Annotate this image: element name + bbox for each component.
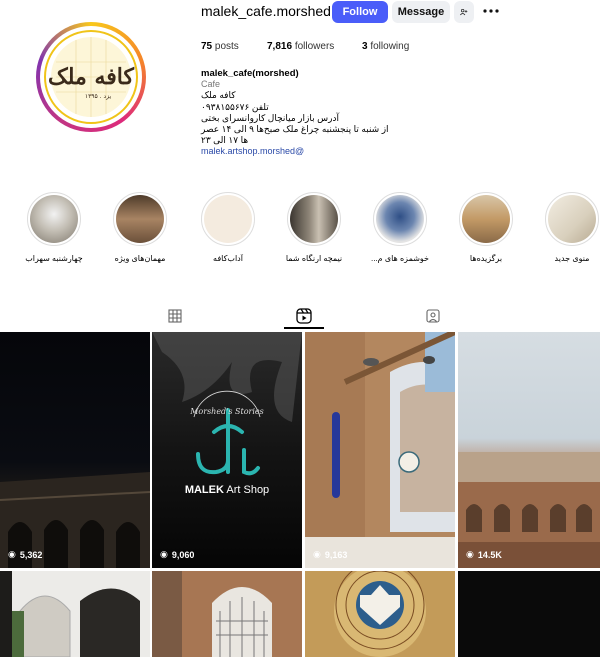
svg-text:کافه ملک: کافه ملک <box>48 64 134 90</box>
reel-logo-sub: Art Shop <box>226 484 270 496</box>
view-count-value: 9,163 <box>324 549 348 560</box>
bio-line: از شنبه تا پنجشنبه چراغ ملک صبح‌ها ۹ الی… <box>201 124 389 135</box>
reel-logo-title: MALEK <box>184 484 224 496</box>
reel-logo-arc: Morshed's Stories <box>190 407 264 416</box>
highlight-label: چهارشنبه سهراب <box>25 254 83 263</box>
bio-line: آدرس بازار میانچال کاروانسرای بختی <box>201 112 339 123</box>
reel-thumbnail[interactable]: ◉ 9,163 <box>305 332 455 568</box>
eye-icon: ◉ <box>160 549 168 559</box>
profile-bio: malek_cafe(morshed) Cafe کافه ملک تلفن ۰… <box>201 68 431 158</box>
reel-thumbnail[interactable] <box>0 571 150 657</box>
profile-username: malek_cafe.morshed <box>201 3 331 19</box>
followers-label: followers <box>294 41 335 52</box>
followers-stat[interactable]: 7,816 followers <box>267 41 334 52</box>
view-count: ◉ 5,362 <box>8 549 42 560</box>
eye-icon: ◉ <box>466 549 474 559</box>
reels-icon <box>296 308 312 324</box>
tab-posts[interactable] <box>165 306 185 326</box>
highlight-item[interactable]: خوشمزه های م... <box>370 192 430 263</box>
view-count: ◉ 14.5K <box>466 549 502 560</box>
view-count: ◉ 9,060 <box>160 549 194 560</box>
highlight-cover <box>548 195 596 243</box>
view-count-value: 14.5K <box>477 549 502 560</box>
highlight-cover <box>376 195 424 243</box>
highlight-item[interactable]: مهمان‌های ویژه <box>110 192 170 263</box>
highlight-cover <box>462 195 510 243</box>
svg-text:یزد . ۱۳۹۵: یزد . ۱۳۹۵ <box>85 93 112 100</box>
bio-name: malek_cafe(morshed) <box>201 68 299 79</box>
view-count-value: 5,362 <box>19 549 43 560</box>
following-label: following <box>370 41 410 52</box>
reel-image <box>152 571 302 657</box>
highlight-item[interactable]: برگزیده‌ها <box>456 192 516 263</box>
threads-icon: @ <box>295 146 305 157</box>
following-count: 3 <box>362 41 368 52</box>
bio-link[interactable]: malek.artshop.morshed@ <box>201 146 431 157</box>
profile-avatar[interactable]: کافه ملک یزد . ۱۳۹۵ <box>36 22 146 132</box>
tab-reels[interactable] <box>294 306 314 326</box>
highlight-cover <box>290 195 338 243</box>
reel-thumbnail[interactable] <box>305 571 455 657</box>
bio-line: تلفن ۰۹۳۸۱۵۵۶۷۶ <box>201 101 269 112</box>
view-count: ◉ 9,163 <box>313 549 347 560</box>
reel-image <box>0 472 150 568</box>
posts-stat: 75 posts <box>201 41 239 52</box>
posts-count: 75 <box>201 41 213 52</box>
eye-icon: ◉ <box>8 549 16 559</box>
highlight-label: منوی جدید <box>554 254 590 263</box>
reel-thumbnail[interactable]: ◉ 5,362 <box>0 332 150 568</box>
reel-thumbnail[interactable] <box>458 571 600 657</box>
bio-line: کافه ملک <box>201 90 236 101</box>
message-button[interactable]: Message <box>392 1 450 23</box>
highlight-cover <box>116 195 164 243</box>
highlight-label: خوشمزه های م... <box>371 254 429 263</box>
follow-button[interactable]: Follow <box>332 1 388 23</box>
highlight-label: آداب‌کافه <box>213 254 243 263</box>
tagged-icon <box>426 309 440 323</box>
highlight-cover <box>204 195 252 243</box>
highlight-cover <box>30 195 78 243</box>
highlight-item[interactable]: نیمچه ارنگاه شما <box>284 192 344 263</box>
reel-image <box>305 332 455 568</box>
bio-line: ها ۱۷ الی ۲۳ <box>201 135 249 146</box>
following-stat[interactable]: 3 following <box>362 41 409 52</box>
reel-logo-text: MALEK Art Shop <box>152 484 302 496</box>
reel-image <box>152 332 302 476</box>
reel-image <box>458 452 600 568</box>
eye-icon: ◉ <box>313 549 321 559</box>
reel-thumbnail[interactable]: Morshed's Stories MALEK Art Shop ◉ 9,060 <box>152 332 302 568</box>
tab-tagged[interactable] <box>423 306 443 326</box>
followers-count: 7,816 <box>267 41 293 52</box>
reel-image <box>305 571 455 657</box>
add-person-icon[interactable] <box>454 1 474 23</box>
highlight-item[interactable]: آداب‌کافه <box>198 192 258 263</box>
posts-label: posts <box>214 41 239 52</box>
bio-link-text: malek.artshop.morshed <box>201 146 296 157</box>
reel-thumbnail[interactable] <box>152 571 302 657</box>
highlight-label: نیمچه ارنگاه شما <box>285 254 343 263</box>
active-tab-indicator <box>284 327 324 329</box>
highlight-label: برگزیده‌ها <box>469 254 503 263</box>
highlight-item[interactable]: چهارشنبه سهراب <box>24 192 84 263</box>
reel-image <box>0 571 150 657</box>
highlight-label: مهمان‌های ویژه <box>114 254 166 263</box>
view-count-value: 9,060 <box>171 549 195 560</box>
more-dots-icon[interactable] <box>481 2 501 20</box>
reel-thumbnail[interactable]: ◉ 14.5K <box>458 332 600 568</box>
bio-category: Cafe <box>201 79 221 90</box>
grid-icon <box>168 309 182 323</box>
highlight-item[interactable]: منوی جدید <box>542 192 600 263</box>
cafe-logo: کافه ملک یزد . ۱۳۹۵ <box>44 30 138 124</box>
